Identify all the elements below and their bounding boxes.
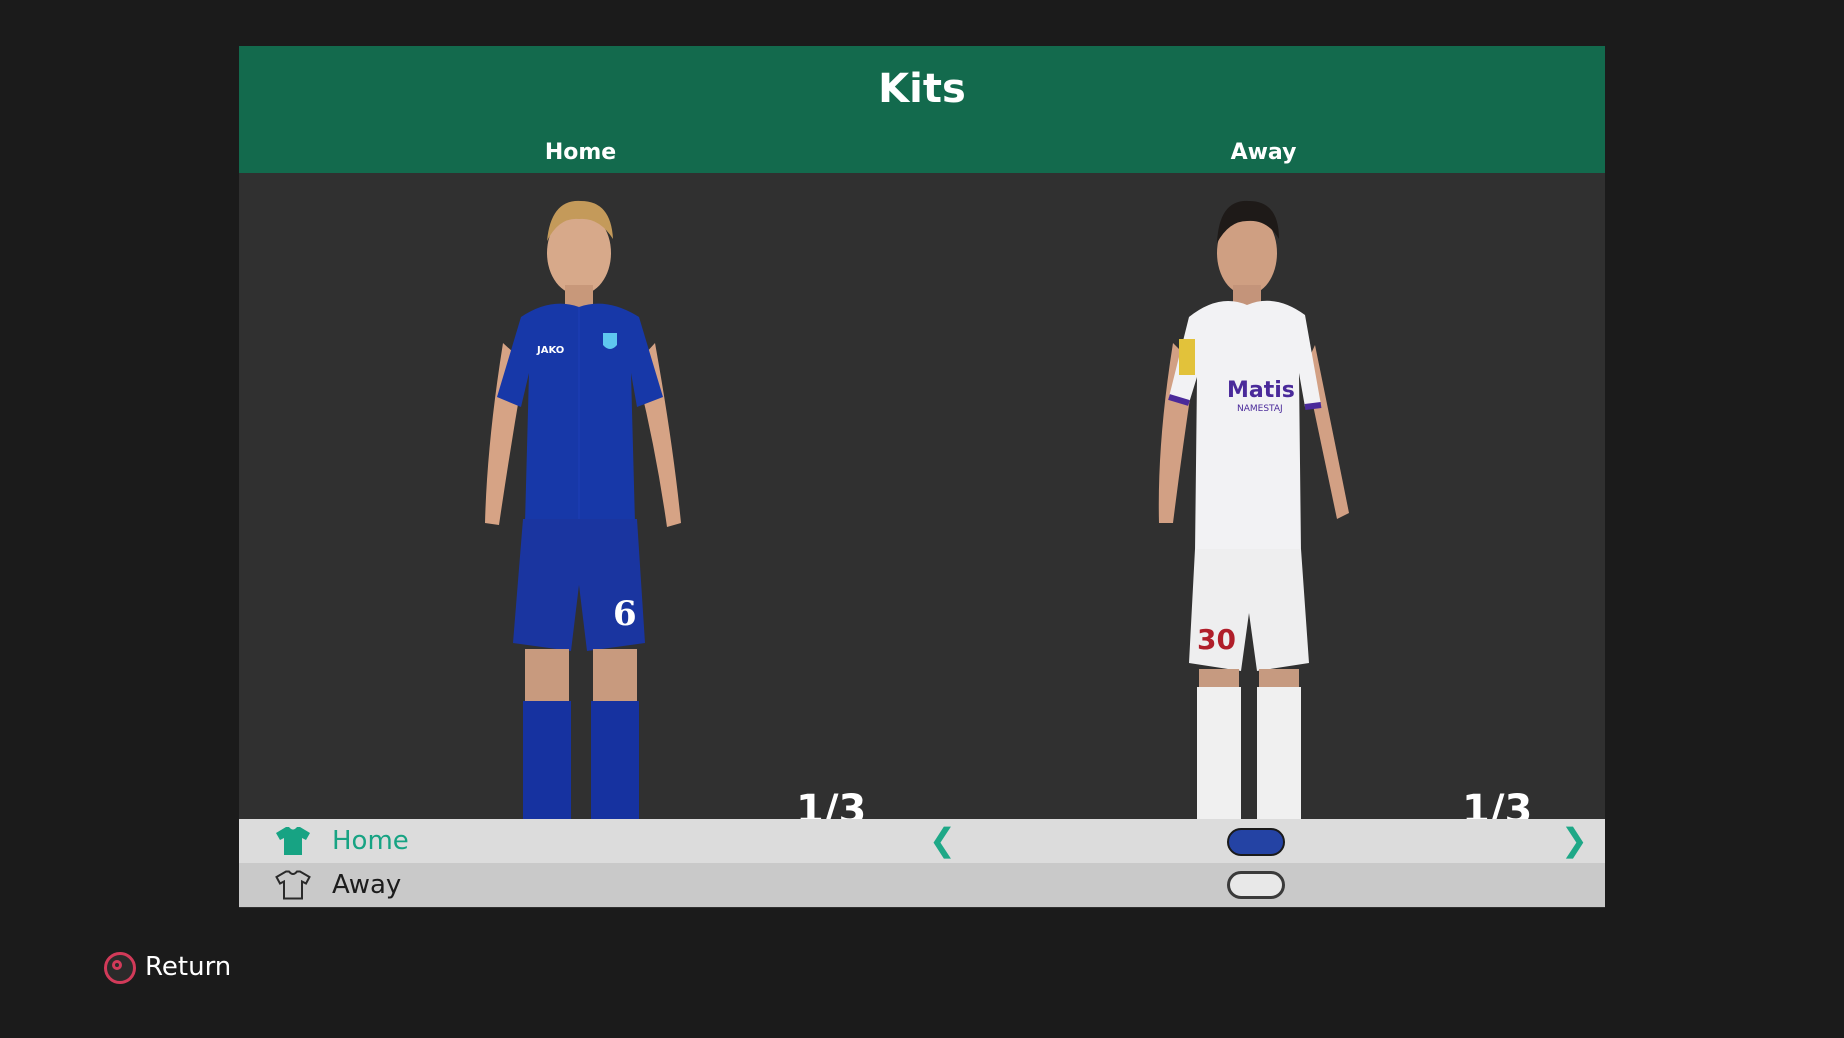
away-shirt-sponsor-sub: NAMESTAJ bbox=[1237, 404, 1283, 414]
kits-header: Kits Home Away bbox=[239, 46, 1605, 173]
home-shirt-brand: JAKO bbox=[536, 345, 564, 356]
kit-row-home[interactable]: Home ❮ ❯ bbox=[239, 819, 1605, 863]
away-shirt-sponsor: Matis bbox=[1227, 378, 1295, 403]
away-shorts-number: 30 bbox=[1197, 623, 1236, 656]
home-kit-counter: 1/3 bbox=[796, 787, 867, 819]
kit-color-swatch bbox=[1227, 871, 1285, 899]
kit-preview-area: JAKO 6 1/3 Matis NAMESTAJ 30 1/3 bbox=[239, 173, 1605, 819]
kits-panel: Kits Home Away JAKO 6 1/3 Matis NAMESTAJ… bbox=[239, 46, 1605, 908]
tshirt-filled-icon bbox=[276, 827, 310, 855]
away-kit-counter: 1/3 bbox=[1462, 787, 1533, 819]
home-kit-player-model: JAKO 6 bbox=[485, 200, 681, 819]
home-column-label: Home bbox=[544, 140, 617, 165]
away-column-label: Away bbox=[1230, 140, 1297, 165]
kit-row-label: Home bbox=[332, 826, 409, 856]
return-label: Return bbox=[145, 952, 232, 982]
away-kit-player-model: Matis NAMESTAJ 30 bbox=[1158, 200, 1349, 819]
kit-row-away[interactable]: Away bbox=[239, 863, 1605, 907]
tshirt-outline-icon bbox=[275, 870, 311, 900]
circle-button-icon bbox=[104, 952, 136, 984]
home-shorts-number: 6 bbox=[613, 594, 637, 634]
kit-row-label: Away bbox=[332, 870, 402, 900]
chevron-left-icon[interactable]: ❮ bbox=[929, 821, 956, 859]
kit-color-swatch bbox=[1227, 828, 1285, 856]
chevron-right-icon[interactable]: ❯ bbox=[1561, 821, 1588, 859]
page-title: Kits bbox=[878, 66, 966, 112]
kit-list: Home ❮ ❯ Away bbox=[239, 819, 1605, 908]
